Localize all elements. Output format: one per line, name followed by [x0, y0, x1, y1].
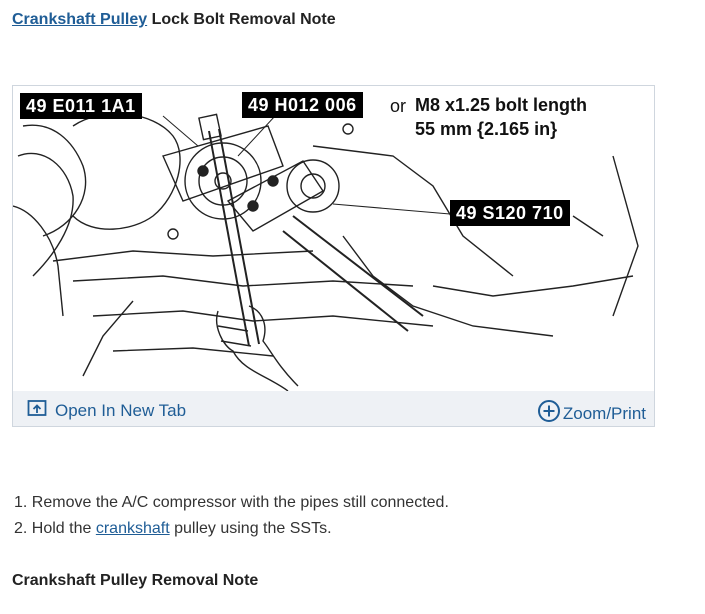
step-number: 2.	[14, 520, 32, 537]
next-section-title: Crankshaft Pulley Removal Note	[12, 572, 259, 589]
bolt-spec-line-2: 55 mm {2.165 in}	[415, 119, 558, 139]
step-text: pulley using the SSTs.	[169, 520, 332, 537]
step-text: Hold the	[31, 520, 96, 537]
figure-action-bar: Open In New Tab Zoom/Print	[13, 391, 654, 426]
or-text: or	[390, 96, 407, 116]
zoom-print-button[interactable]: Zoom/Print	[537, 399, 646, 428]
open-in-new-tab-icon	[27, 399, 47, 422]
step-number: 1.	[14, 494, 32, 511]
callout-tool-2: 49 H012 006	[242, 92, 363, 118]
section-title-text: Lock Bolt Removal Note	[147, 11, 336, 28]
open-in-new-tab-button[interactable]: Open In New Tab	[27, 399, 186, 422]
zoom-plus-icon	[537, 399, 561, 428]
crankshaft-pulley-link[interactable]: Crankshaft Pulley	[12, 11, 147, 28]
instruction-steps: 1. Remove the A/C compressor with the pi…	[14, 493, 449, 545]
open-in-new-tab-label: Open In New Tab	[55, 400, 187, 420]
zoom-print-label: Zoom/Print	[562, 403, 646, 423]
step-item: 2. Hold the crankshaft pulley using the …	[14, 519, 449, 545]
figure-container: 49 E011 1A1 49 H012 006 49 S120 710 or M…	[12, 85, 655, 427]
section-title: Crankshaft Pulley Lock Bolt Removal Note	[12, 11, 336, 29]
crankshaft-link[interactable]: crankshaft	[96, 520, 170, 537]
callout-tool-1: 49 E011 1A1	[20, 93, 142, 119]
engine-line-drawing	[13, 113, 639, 391]
callout-tool-3: 49 S120 710	[450, 200, 570, 226]
step-text: Remove the A/C compressor with the pipes…	[31, 494, 449, 511]
step-item: 1. Remove the A/C compressor with the pi…	[14, 493, 449, 519]
bolt-spec-line-1: M8 x1.25 bolt length	[415, 95, 588, 115]
technical-illustration[interactable]: 49 E011 1A1 49 H012 006 49 S120 710 or M…	[13, 86, 654, 391]
